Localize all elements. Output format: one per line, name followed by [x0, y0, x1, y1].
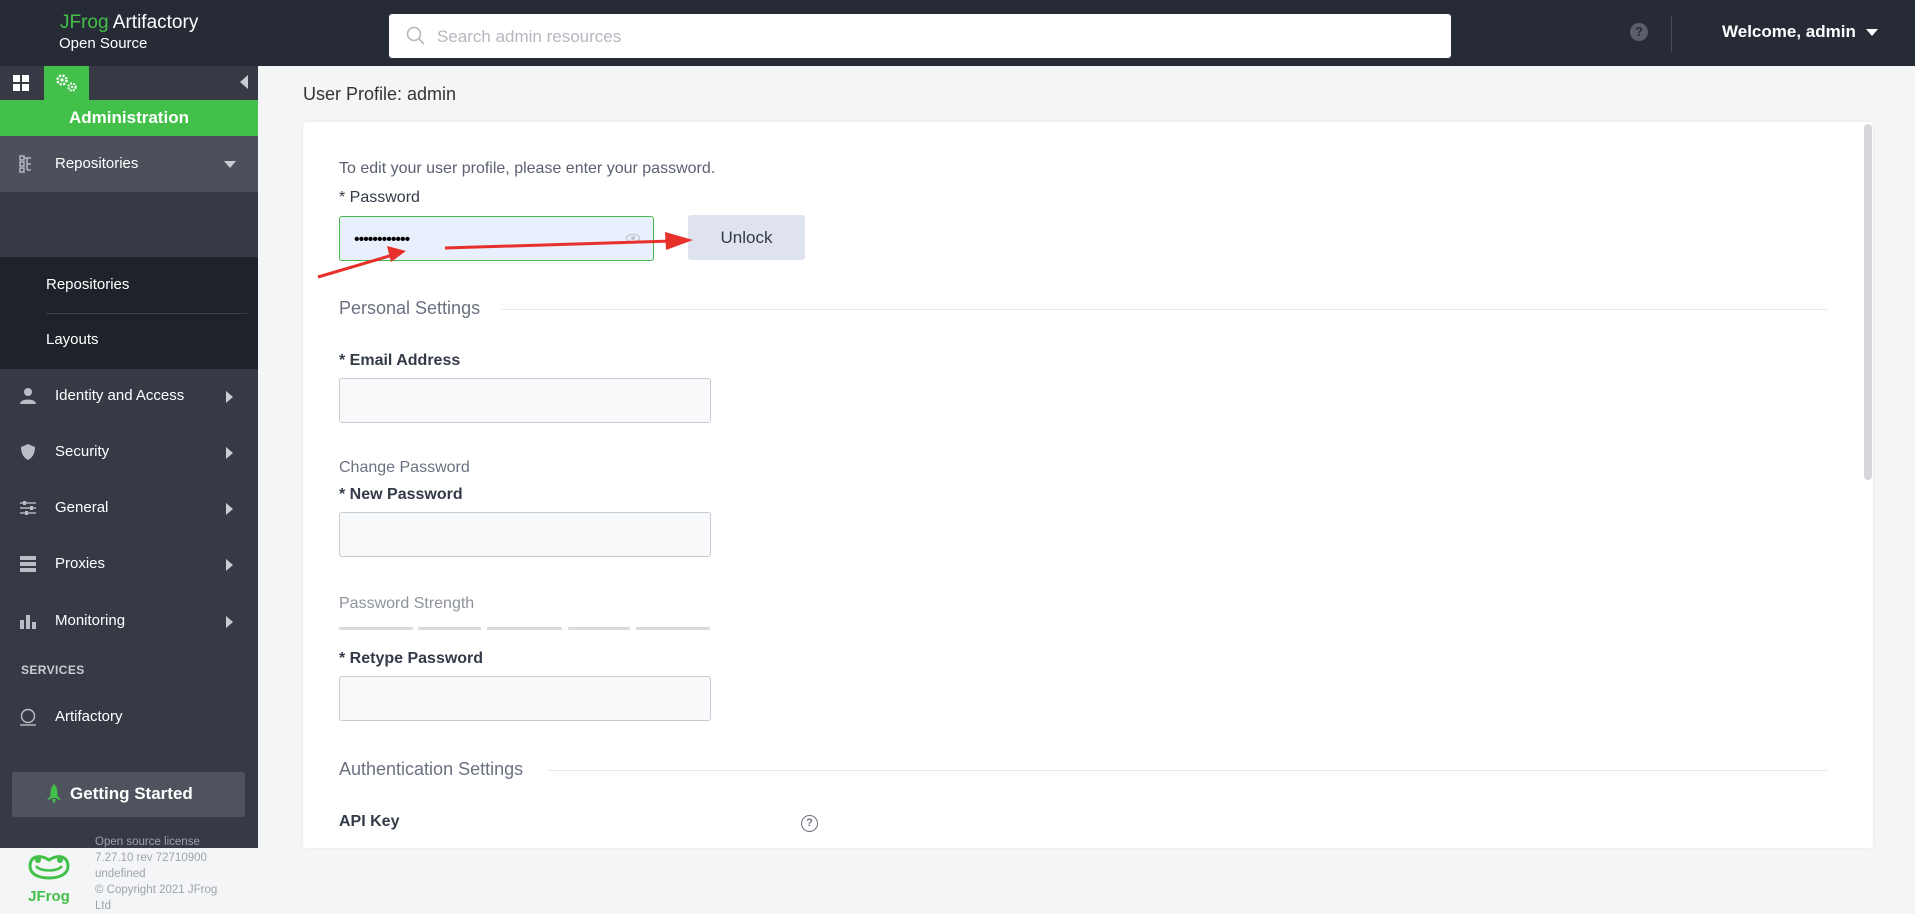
copyright-text-cont: Ltd: [95, 900, 111, 912]
sidebar-item-repositories[interactable]: Repositories: [0, 136, 258, 192]
getting-started-label: Getting Started: [70, 784, 193, 803]
new-password-label: * New Password: [339, 486, 463, 503]
password-label: * Password: [339, 189, 420, 206]
password-field[interactable]: [339, 216, 654, 262]
retype-password-label: * Retype Password: [339, 650, 484, 667]
sidebar-item-label: Security: [55, 443, 110, 460]
logo-edition-text: Open Source: [59, 35, 148, 52]
email-label: * Email Address: [339, 352, 461, 369]
page-title: User Profile: admin: [303, 84, 457, 104]
sidebar: Administration Repositories Repositories…: [0, 66, 258, 912]
topbar-divider: [1671, 16, 1672, 52]
sidebar-item-label: Monitoring: [55, 612, 126, 629]
version-extra-text: undefined: [95, 868, 146, 880]
search-input[interactable]: [435, 14, 1419, 60]
sidebar-item-proxies[interactable]: Proxies: [0, 536, 258, 592]
password-strength-segment: [568, 627, 630, 630]
section-personal-settings: Personal Settings: [339, 298, 481, 318]
rocket-icon: [47, 784, 61, 804]
bar-chart-icon: [20, 615, 36, 629]
copyright-text: © Copyright 2021 JFrog: [95, 884, 218, 896]
section-divider: [548, 770, 1827, 771]
chevron-down-icon: [224, 161, 236, 168]
chevron-right-icon: [226, 391, 233, 403]
chevron-right-icon: [226, 503, 233, 515]
getting-started-button[interactable]: Getting Started: [12, 772, 245, 817]
repositories-submenu: Repositories Layouts: [0, 257, 258, 369]
user-icon: [20, 388, 36, 404]
services-heading: SERVICES: [21, 663, 85, 677]
chevron-right-icon: [226, 616, 233, 628]
section-authentication-settings: Authentication Settings: [339, 759, 524, 779]
sidebar-item-label: Identity and Access: [55, 387, 185, 404]
version-text: 7.27.10 rev 72710900: [95, 852, 207, 864]
logo-jfrog-text: JFrog: [60, 12, 109, 33]
scrollbar[interactable]: [1864, 124, 1872, 480]
welcome-text: Welcome, admin: [1722, 22, 1856, 41]
password-strength-segment: [636, 627, 710, 630]
svg-text:JFrog: JFrog: [28, 888, 70, 905]
sidebar-icon-tabs: [0, 66, 258, 100]
password-strength-label: Password Strength: [339, 595, 475, 612]
api-key-label: API Key: [339, 813, 400, 830]
submenu-divider: [46, 313, 247, 314]
sidebar-item-label: Repositories: [55, 155, 139, 172]
submenu-item-layouts[interactable]: Layouts: [46, 331, 99, 348]
chevron-down-icon: [1865, 29, 1878, 37]
top-bar: JFrog Artifactory Open Source ? Welcome,…: [0, 0, 1915, 66]
password-input[interactable]: [352, 217, 626, 262]
password-strength-segment: [487, 627, 562, 630]
unlock-button[interactable]: Unlock: [688, 215, 805, 260]
sidebar-item-general[interactable]: General: [0, 480, 258, 536]
tab-administration[interactable]: [44, 66, 89, 100]
grid-icon: [13, 75, 29, 91]
logo-product-text: Artifactory: [108, 12, 199, 33]
sidebar-item-identity-and-access[interactable]: Identity and Access: [0, 368, 258, 424]
chevron-right-icon: [226, 447, 233, 459]
user-menu[interactable]: Welcome, admin: [1722, 22, 1878, 42]
eye-icon[interactable]: [625, 232, 641, 244]
license-info: Open source license 7.27.10 rev 72710900…: [95, 834, 217, 914]
retype-password-field[interactable]: [339, 676, 711, 721]
search-icon: [406, 26, 425, 45]
change-password-heading: Change Password: [339, 459, 470, 476]
intro-text: To edit your user profile, please enter …: [339, 160, 716, 177]
sliders-icon: [20, 501, 36, 515]
gears-icon: [56, 74, 77, 92]
new-password-field[interactable]: [339, 512, 711, 557]
jfrog-frog-logo: JFrog: [28, 855, 70, 905]
repositories-icon: [19, 155, 31, 173]
jfrog-artifactory-logo[interactable]: JFrog Artifactory Open Source: [59, 12, 199, 53]
shield-icon: [21, 444, 35, 460]
sidebar-item-label: General: [55, 499, 109, 516]
artifactory-icon: [20, 708, 36, 726]
sidebar-item-artifactory[interactable]: Artifactory: [0, 689, 258, 745]
sidebar-section-title: Administration: [0, 100, 258, 136]
search-box[interactable]: [389, 14, 1451, 60]
info-icon[interactable]: ?: [801, 815, 818, 832]
sidebar-item-label: Artifactory: [55, 708, 123, 725]
submenu-item-repositories[interactable]: Repositories: [46, 276, 129, 293]
email-field[interactable]: [339, 378, 711, 423]
chevron-right-icon: [226, 559, 233, 571]
sidebar-item-security[interactable]: Security: [0, 424, 258, 480]
sidebar-item-monitoring[interactable]: Monitoring: [0, 593, 258, 649]
help-icon[interactable]: ?: [1630, 23, 1648, 41]
password-strength-segment: [418, 627, 481, 630]
collapse-sidebar-icon[interactable]: [240, 75, 248, 89]
section-divider: [502, 309, 1827, 310]
server-icon: [20, 556, 36, 572]
sidebar-item-label: Proxies: [55, 555, 106, 572]
password-strength-segment: [339, 627, 413, 630]
tab-application[interactable]: [0, 66, 44, 100]
